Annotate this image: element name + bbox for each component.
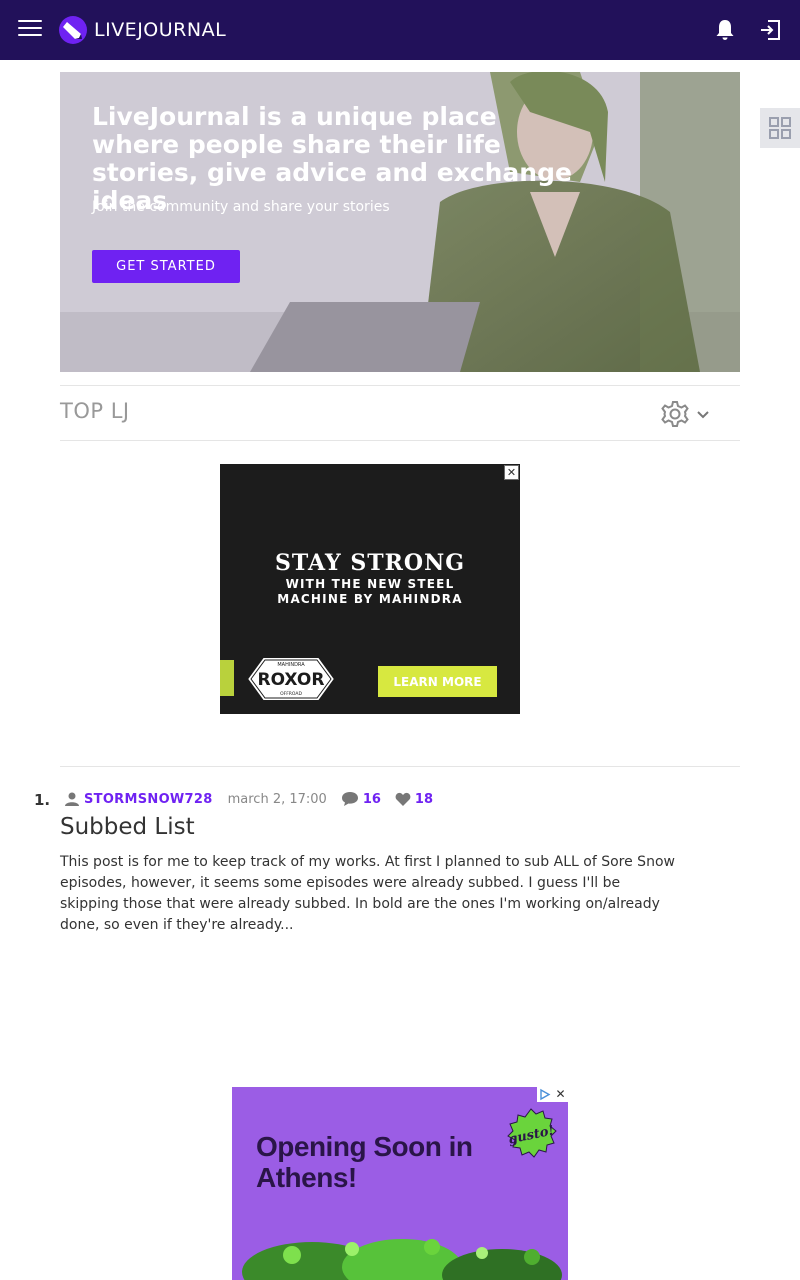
hamburger-menu-icon[interactable] (18, 20, 42, 40)
adchoices-triangle-icon (540, 1088, 551, 1101)
learn-more-button[interactable]: LEARN MORE (378, 666, 497, 697)
logo-text: LIVEJOURNAL (94, 19, 227, 41)
user-icon (65, 792, 79, 806)
top-lj-section-header: TOP LJ (60, 385, 740, 441)
ad-close-icon[interactable]: ✕ (504, 465, 519, 480)
heart-icon (395, 792, 411, 806)
ad-subline-1: WITH THE NEW STEEL (285, 577, 455, 591)
roxor-logo-top: MAHINDRA (277, 662, 305, 668)
grid-view-toggle[interactable] (760, 108, 800, 148)
post-author-link[interactable]: STORMSNOW728 (84, 792, 213, 807)
hero-subtitle: Join the community and share your storie… (92, 199, 390, 215)
comments-count-link[interactable]: 16 (341, 791, 381, 807)
get-started-button[interactable]: GET STARTED (92, 250, 240, 283)
livejournal-logo-icon (59, 16, 87, 44)
chevron-down-icon[interactable] (696, 408, 710, 422)
gusto-logo-badge: gusto! (507, 1108, 557, 1158)
likes-count-link[interactable]: 18 (395, 792, 433, 807)
ad-headline: STAY STRONG (275, 550, 465, 576)
advertisement-banner[interactable]: ✕ STAY STRONG WITH THE NEW STEEL MACHINE… (220, 464, 520, 714)
hero-banner: LiveJournal is a unique place where peop… (60, 72, 740, 372)
grid-icon (769, 117, 791, 139)
ad-subline-2: MACHINE BY MAHINDRA (277, 592, 463, 606)
ad-side-stripe (220, 660, 234, 696)
roxor-logo-bottom: OFFROAD (280, 691, 302, 697)
post-date: march 2, 17:00 (227, 791, 327, 807)
login-icon[interactable] (758, 18, 782, 42)
post-divider (60, 766, 740, 767)
ad-subline: WITH THE NEW STEEL MACHINE BY MAHINDRA (220, 577, 520, 607)
post-rank: 1. (34, 791, 51, 809)
roxor-logo: MAHINDRA ROXOR OFFROAD (245, 656, 337, 702)
ad2-close-icon[interactable]: ✕ (553, 1087, 568, 1102)
comments-count: 16 (362, 791, 381, 807)
adchoices-icon[interactable] (537, 1087, 553, 1102)
post-meta: STORMSNOW728 march 2, 17:00 16 18 (64, 789, 433, 809)
comment-bubble-icon (341, 792, 358, 806)
advertisement-banner-2[interactable]: Opening Soon in Athens! gusto! ✕ (232, 1087, 568, 1280)
logo[interactable]: LIVEJOURNAL (58, 14, 226, 46)
post-excerpt: This post is for me to keep track of my … (60, 854, 675, 933)
gear-icon[interactable] (660, 399, 690, 429)
ad2-headline: Opening Soon in Athens! (256, 1131, 473, 1193)
post-title-link[interactable]: Subbed List (60, 814, 195, 840)
top-nav-bar: LIVEJOURNAL (0, 0, 800, 60)
ad2-food-image (242, 1239, 562, 1280)
likes-count: 18 (414, 791, 434, 807)
section-title: TOP LJ (60, 399, 130, 423)
roxor-logo-main: ROXOR (258, 670, 325, 690)
notifications-bell-icon[interactable] (713, 18, 737, 42)
